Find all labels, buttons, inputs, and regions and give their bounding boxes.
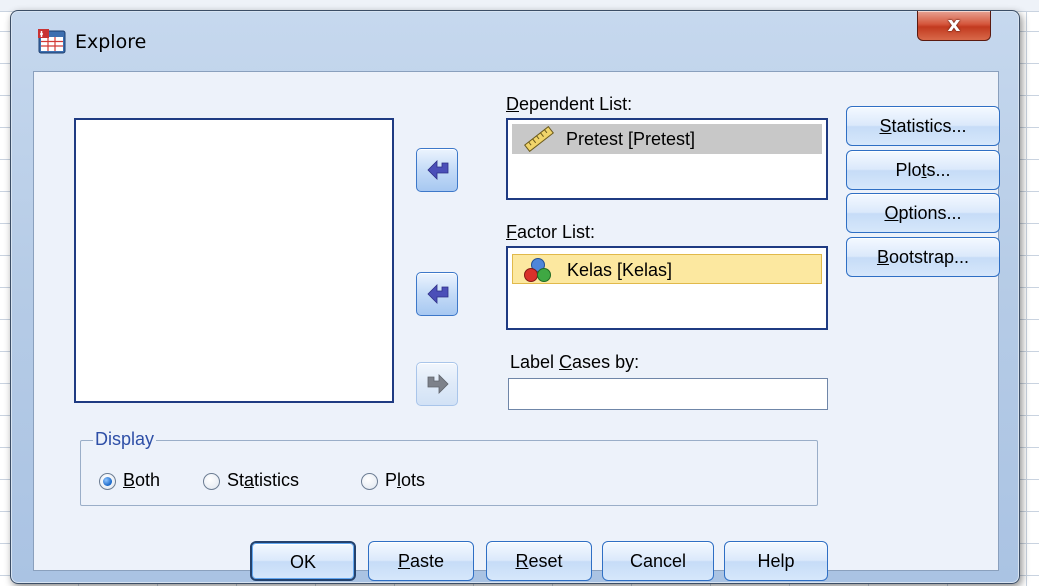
close-button[interactable]: x — [917, 11, 991, 41]
move-to-factor-button[interactable] — [416, 272, 458, 316]
radio-unchecked-icon — [361, 473, 378, 490]
close-icon: x — [947, 12, 961, 36]
radio-checked-icon — [99, 473, 116, 490]
list-item[interactable]: Pretest [Pretest] — [512, 124, 822, 154]
move-to-dependent-button[interactable] — [416, 148, 458, 192]
factor-list-label: Factor List: — [506, 222, 596, 242]
label-cases-label: Label Cases by: — [510, 352, 640, 372]
arrow-left-icon — [427, 284, 449, 304]
display-legend: Display — [93, 429, 157, 450]
nominal-balls-icon — [524, 258, 551, 282]
arrow-right-icon — [427, 374, 449, 394]
explore-table-icon — [38, 29, 66, 54]
plots-button[interactable]: Plots... — [846, 150, 1000, 190]
list-item-label: Kelas [Kelas] — [567, 260, 673, 280]
dependent-list[interactable]: Pretest [Pretest] — [506, 118, 828, 200]
reset-button[interactable]: Reset — [486, 541, 592, 581]
list-item-label: Pretest [Pretest] — [566, 129, 696, 149]
statistics-button[interactable]: Statistics... — [846, 106, 1000, 146]
display-group: Display Both Statistics Plots — [80, 429, 818, 506]
bootstrap-button[interactable]: Bootstrap... — [846, 237, 1000, 277]
help-button[interactable]: Help — [724, 541, 828, 581]
dependent-list-label: Dependent List: — [506, 94, 633, 114]
title-bar[interactable]: Explore x — [11, 11, 1019, 71]
paste-button[interactable]: Paste — [368, 541, 474, 581]
cancel-button[interactable]: Cancel — [602, 541, 714, 581]
source-variable-list[interactable] — [74, 118, 394, 403]
label-cases-field[interactable] — [508, 378, 828, 410]
radio-unchecked-icon — [203, 473, 220, 490]
scale-ruler-icon — [524, 126, 554, 152]
move-to-label-cases-button[interactable] — [416, 362, 458, 406]
explore-dialog: Explore x Dependent List: Pretest [Prete… — [10, 10, 1020, 584]
dialog-title: Explore — [75, 31, 147, 53]
ok-button[interactable]: OK — [250, 541, 356, 581]
dialog-content: Dependent List: Pretest [Pretest] Factor — [33, 71, 1000, 581]
arrow-left-icon — [427, 160, 449, 180]
options-button[interactable]: Options... — [846, 193, 1000, 233]
list-item[interactable]: Kelas [Kelas] — [512, 254, 822, 284]
factor-list[interactable]: Kelas [Kelas] — [506, 246, 828, 330]
